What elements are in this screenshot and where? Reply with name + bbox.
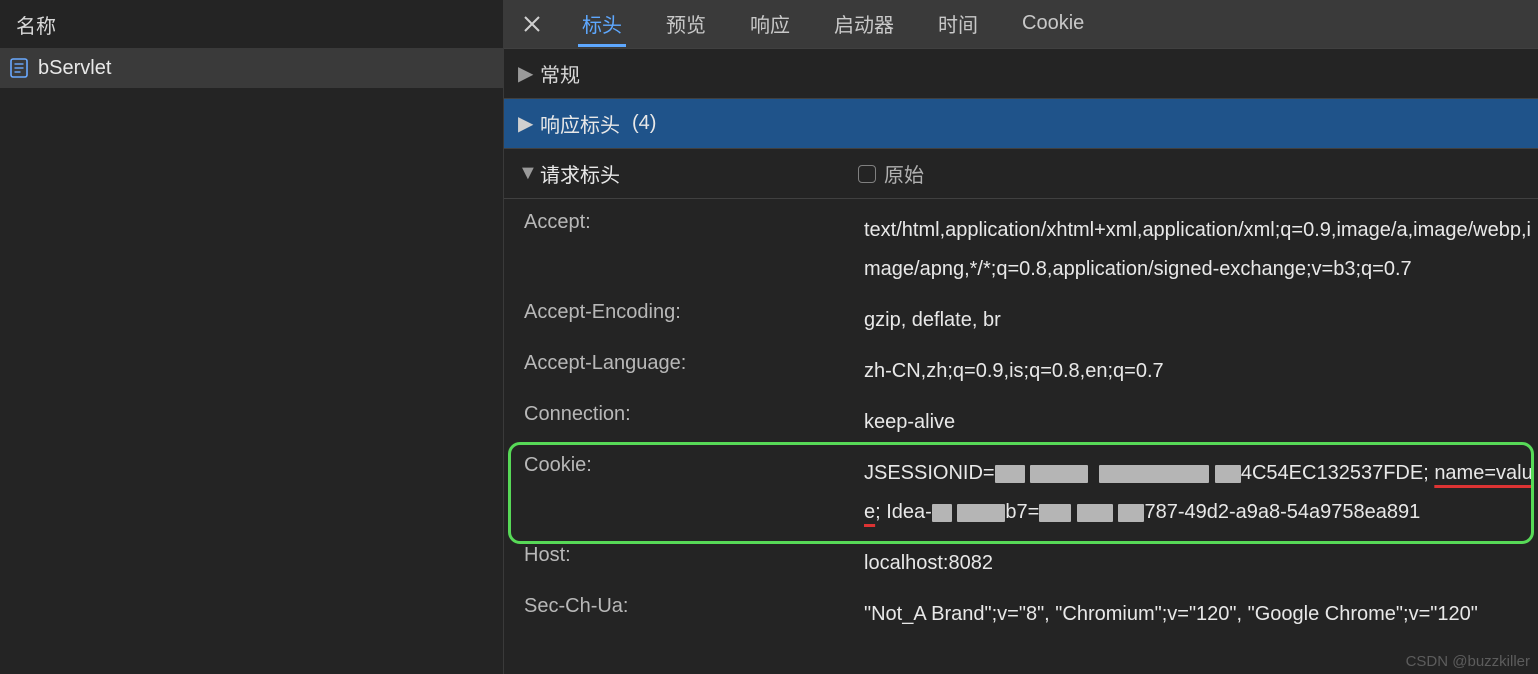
section-request-label: 请求标头 xyxy=(540,159,620,188)
tab-cookies[interactable]: Cookie xyxy=(1000,0,1106,47)
section-general[interactable]: ▶ 常规 xyxy=(504,48,1538,98)
header-row: Host: localhost:8082 xyxy=(504,538,1538,589)
cookie-text: JSESSIONID= xyxy=(864,462,995,484)
tab-label: 时间 xyxy=(938,9,978,38)
header-row-cookie: Cookie: JSESSIONID= 4C54EC132537FDE; nam… xyxy=(504,448,1538,538)
redacted-block xyxy=(1030,465,1088,483)
request-headers-list: Accept: text/html,application/xhtml+xml,… xyxy=(504,198,1538,674)
tab-label: Cookie xyxy=(1022,12,1084,35)
raw-toggle-label: 原始 xyxy=(884,159,924,188)
redacted-block xyxy=(932,504,952,522)
header-row: Accept-Language: zh-CN,zh;q=0.9,is;q=0.8… xyxy=(504,346,1538,397)
header-row: Connection: keep-alive xyxy=(504,397,1538,448)
tab-label: 预览 xyxy=(666,9,706,38)
header-name: Accept: xyxy=(524,211,864,234)
section-response-label: 响应标头 xyxy=(540,109,620,138)
header-name: Cookie: xyxy=(524,454,864,477)
redacted-block xyxy=(1099,465,1209,483)
chevron-down-icon: ▼ xyxy=(518,162,532,185)
header-value: gzip, deflate, br xyxy=(864,301,1538,340)
cookie-text: b7= xyxy=(1005,501,1039,523)
checkbox-icon xyxy=(858,165,876,183)
details-panel: 标头 预览 响应 启动器 时间 Cookie ▶ 常规 ▶ 响应标头 (4) ▼… xyxy=(504,0,1538,674)
header-name: Accept-Encoding: xyxy=(524,301,864,324)
header-name: Host: xyxy=(524,544,864,567)
header-value: JSESSIONID= 4C54EC132537FDE; name=value;… xyxy=(864,454,1538,532)
request-row-label: bServlet xyxy=(38,57,111,80)
watermark: CSDN @buzzkiller xyxy=(1406,653,1530,670)
chevron-right-icon: ▶ xyxy=(518,111,532,136)
request-list-header-label: 名称 xyxy=(16,10,56,39)
redacted-block xyxy=(1215,465,1241,483)
chevron-right-icon: ▶ xyxy=(518,61,532,86)
tab-headers[interactable]: 标头 xyxy=(560,0,644,47)
header-value: "Not_A Brand";v="8", "Chromium";v="120",… xyxy=(864,595,1538,634)
redacted-block xyxy=(1118,504,1144,522)
section-general-label: 常规 xyxy=(540,59,580,88)
tab-label: 标头 xyxy=(582,9,622,38)
header-name: Accept-Language: xyxy=(524,352,864,375)
tab-timing[interactable]: 时间 xyxy=(916,0,1000,47)
header-name: Connection: xyxy=(524,403,864,426)
document-icon xyxy=(10,58,28,78)
header-row: Accept-Encoding: gzip, deflate, br xyxy=(504,295,1538,346)
tab-bar: 标头 预览 响应 启动器 时间 Cookie xyxy=(504,0,1538,48)
section-request-headers[interactable]: ▼ 请求标头 原始 xyxy=(504,148,1538,198)
cookie-text: ; Idea- xyxy=(875,501,932,523)
close-button[interactable] xyxy=(504,0,560,47)
tab-initiator[interactable]: 启动器 xyxy=(812,0,916,47)
header-value: keep-alive xyxy=(864,403,1538,442)
header-row: Sec-Ch-Ua: "Not_A Brand";v="8", "Chromiu… xyxy=(504,589,1538,640)
request-list-header: 名称 xyxy=(0,0,503,48)
request-list-panel: 名称 bServlet xyxy=(0,0,504,674)
redacted-block xyxy=(995,465,1025,483)
cookie-text: 787-49d2-a9a8-54a9758ea891 xyxy=(1144,501,1420,523)
header-value: zh-CN,zh;q=0.9,is;q=0.8,en;q=0.7 xyxy=(864,352,1538,391)
redacted-block xyxy=(1039,504,1071,522)
header-value: text/html,application/xhtml+xml,applicat… xyxy=(864,211,1538,289)
tab-label: 启动器 xyxy=(834,9,894,38)
section-response-headers[interactable]: ▶ 响应标头 (4) xyxy=(504,98,1538,148)
redacted-block xyxy=(1077,504,1113,522)
cookie-text: 4C54EC132537FDE; xyxy=(1241,462,1434,484)
header-row: Accept: text/html,application/xhtml+xml,… xyxy=(504,205,1538,295)
header-name: Sec-Ch-Ua: xyxy=(524,595,864,618)
tab-preview[interactable]: 预览 xyxy=(644,0,728,47)
section-response-count: (4) xyxy=(632,112,656,135)
tab-response[interactable]: 响应 xyxy=(728,0,812,47)
tab-label: 响应 xyxy=(750,9,790,38)
request-row[interactable]: bServlet xyxy=(0,48,503,88)
header-value: localhost:8082 xyxy=(864,544,1538,583)
raw-toggle[interactable]: 原始 xyxy=(858,159,924,188)
redacted-block xyxy=(957,504,1005,522)
